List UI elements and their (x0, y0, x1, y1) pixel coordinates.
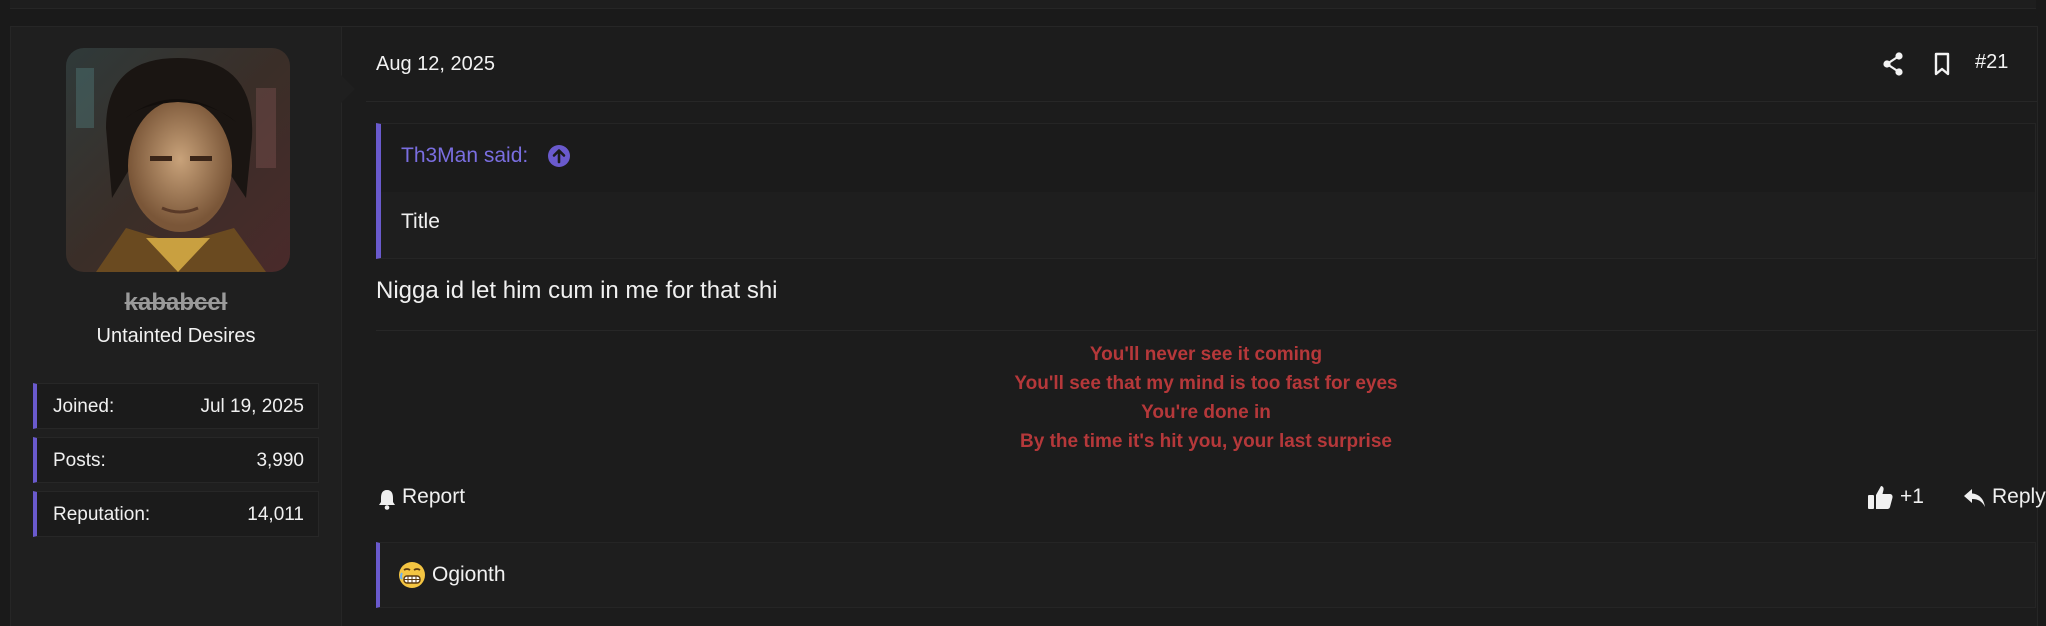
quote-body: Title (401, 210, 440, 233)
bookmark-icon[interactable] (1927, 49, 1957, 79)
signature: You'll never see it coming You'll see th… (376, 340, 2036, 456)
signature-line: You're done in (1141, 402, 1271, 423)
stat-value: 14,011 (247, 504, 304, 525)
username[interactable]: kababcel (11, 289, 341, 317)
stat-posts: Posts: 3,990 (33, 437, 319, 483)
reply-button[interactable]: Reply (1962, 483, 2046, 513)
post-date[interactable]: Aug 12, 2025 (376, 53, 495, 76)
grimace-emoji-icon (398, 561, 426, 589)
reaction-count: +1 (1900, 485, 1924, 508)
post-main: Aug 12, 2025 #21 Th3Man said: Title Nigg… (366, 27, 2046, 626)
header-divider (366, 101, 2037, 102)
quote-block: Th3Man said: Title (376, 123, 2036, 259)
reply-icon (1964, 489, 1985, 507)
previous-post-edge (10, 0, 2036, 9)
thumbs-up-icon (1868, 486, 1893, 509)
like-button[interactable]: +1 (1866, 483, 1936, 513)
report-label: Report (402, 485, 466, 508)
reaction-users[interactable]: Ogionth (432, 563, 506, 587)
bell-icon (379, 490, 395, 510)
stat-label: Posts: (53, 450, 106, 471)
stat-joined: Joined: Jul 19, 2025 (33, 383, 319, 429)
signature-line: By the time it's hit you, your last surp… (1020, 431, 1392, 452)
stat-value: 3,990 (256, 450, 304, 471)
stat-reputation: Reputation: 14,011 (33, 491, 319, 537)
quote-author-link[interactable]: Th3Man said: (401, 144, 528, 168)
signature-line: You'll see that my mind is too fast for … (1014, 373, 1398, 394)
forum-post: kababcel Untainted Desires Joined: Jul 1… (10, 26, 2046, 626)
stat-label: Joined: (53, 396, 115, 417)
user-pane-arrow (341, 75, 355, 103)
user-title: Untainted Desires (96, 325, 256, 347)
message-body: Nigga id let him cum in me for that shi (376, 277, 778, 304)
user-pane: kababcel Untainted Desires Joined: Jul 1… (11, 27, 342, 626)
post-number[interactable]: #21 (1975, 51, 2008, 74)
stat-label: Reputation: (53, 504, 151, 525)
signature-divider (376, 330, 2036, 331)
avatar[interactable] (66, 48, 290, 272)
reactions-bar[interactable]: Ogionth (376, 542, 2036, 608)
share-icon[interactable] (1879, 49, 1909, 79)
post-header-actions: #21 (1879, 49, 2039, 79)
reply-label: Reply (1992, 485, 2046, 508)
stat-value: Jul 19, 2025 (200, 396, 304, 417)
signature-line: You'll never see it coming (1089, 344, 1323, 365)
arrow-up-circle-icon[interactable] (547, 144, 571, 168)
quote-header: Th3Man said: (381, 124, 2035, 192)
